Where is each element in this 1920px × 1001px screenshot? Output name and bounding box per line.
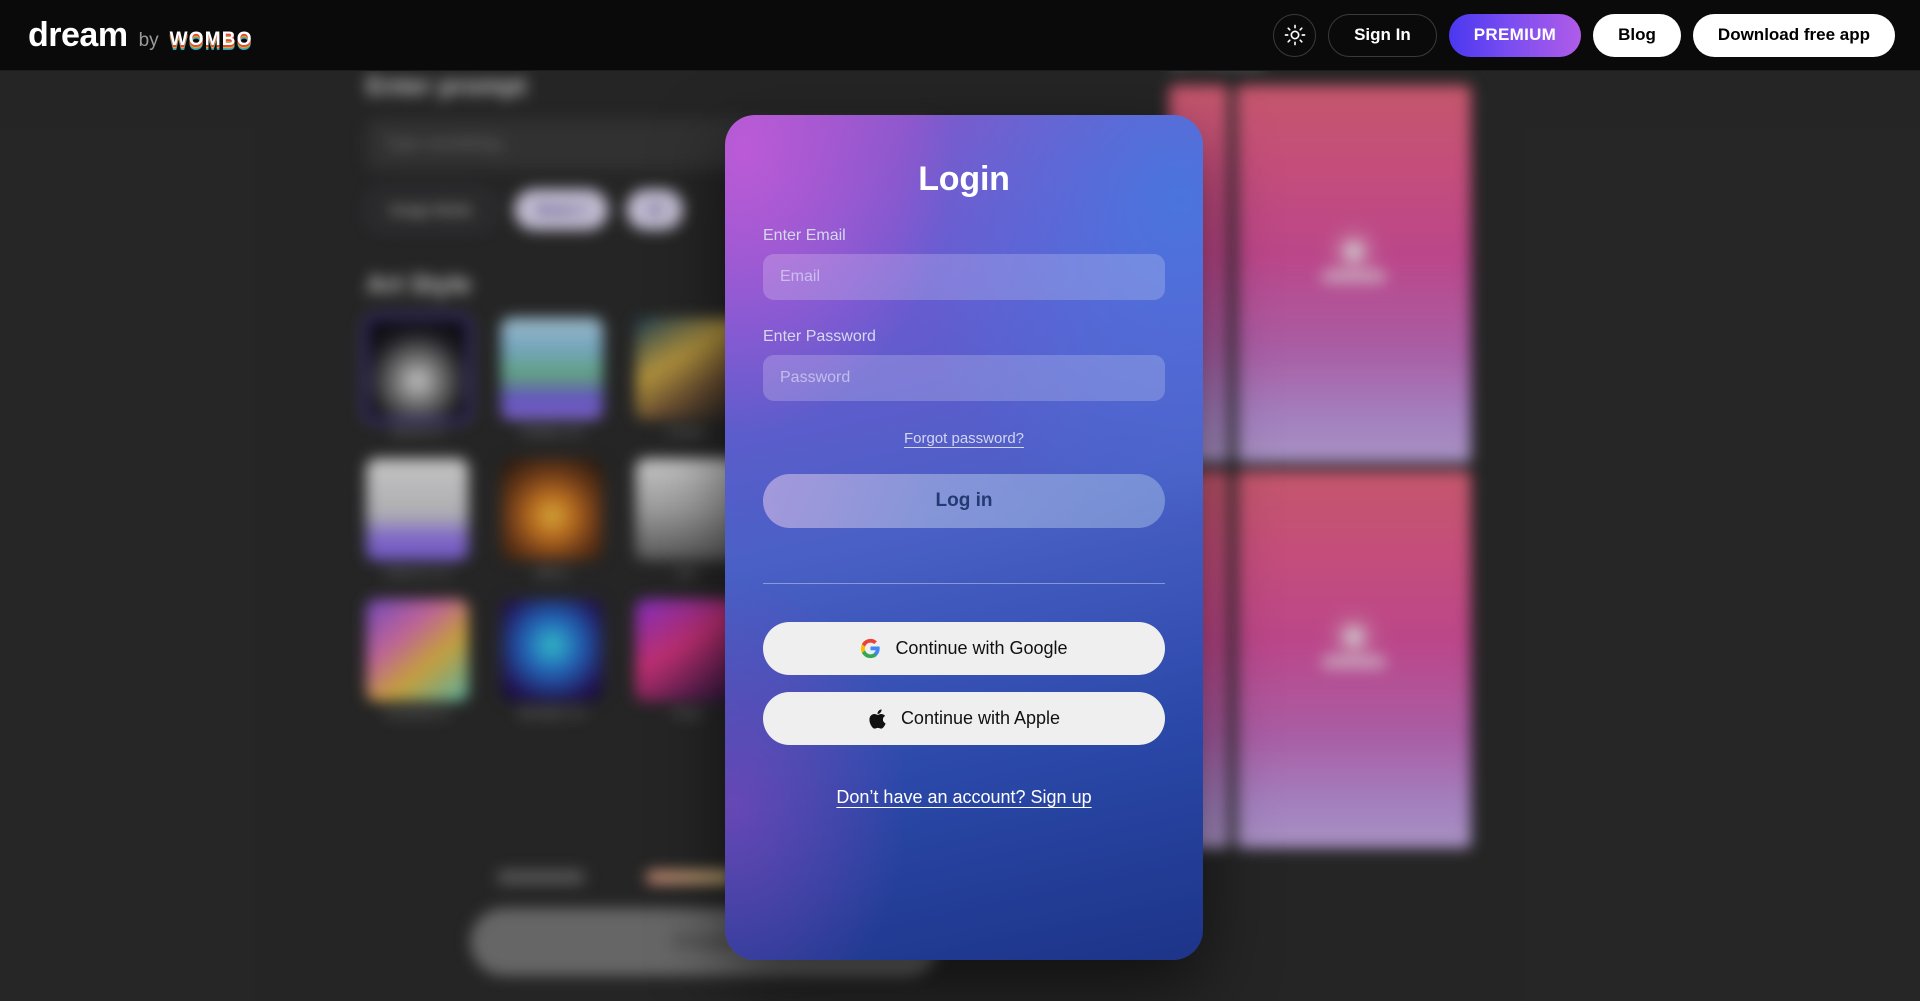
top-navbar: dream by WOMBO Sign In PREMIUM Blog Down…	[0, 0, 1920, 71]
brand-logo[interactable]: dream by WOMBO	[28, 18, 253, 52]
download-app-button[interactable]: Download free app	[1692, 13, 1895, 57]
login-submit-button[interactable]: Log in	[763, 474, 1165, 528]
signup-link[interactable]: Don’t have an account? Sign up	[836, 787, 1091, 808]
forgot-password-row: Forgot password?	[763, 430, 1165, 448]
sign-in-button[interactable]: Sign In	[1328, 13, 1437, 57]
email-input[interactable]	[763, 254, 1165, 300]
theme-toggle-button[interactable]	[1273, 13, 1317, 57]
app-root: dream by WOMBO Sign In PREMIUM Blog Down…	[0, 0, 1920, 1001]
google-button-label: Continue with Google	[895, 638, 1068, 658]
google-icon	[861, 638, 881, 659]
email-label: Enter Email	[763, 227, 846, 244]
login-title: Login	[918, 160, 1010, 198]
modal-divider	[763, 583, 1165, 584]
forgot-password-link[interactable]: Forgot password?	[904, 430, 1024, 447]
continue-with-apple-button[interactable]: Continue with Apple	[763, 692, 1165, 745]
brand-name: dream	[28, 16, 128, 54]
navbar-actions: Sign In PREMIUM Blog Download free app	[1273, 13, 1895, 57]
apple-icon	[869, 708, 886, 729]
brand-partner-wombo: WOMBO	[169, 29, 253, 50]
continue-with-google-button[interactable]: Continue with Google	[763, 622, 1165, 675]
password-label: Enter Password	[763, 328, 876, 345]
password-input[interactable]	[763, 355, 1165, 401]
login-modal: Login Enter Email Enter Password Forgot …	[725, 115, 1203, 960]
blog-button[interactable]: Blog	[1593, 13, 1681, 57]
brand-by-text: by	[138, 30, 159, 51]
sun-icon	[1284, 24, 1305, 46]
premium-button[interactable]: PREMIUM	[1448, 13, 1582, 57]
apple-button-label: Continue with Apple	[900, 708, 1061, 728]
signup-row: Don’t have an account? Sign up	[763, 787, 1165, 808]
